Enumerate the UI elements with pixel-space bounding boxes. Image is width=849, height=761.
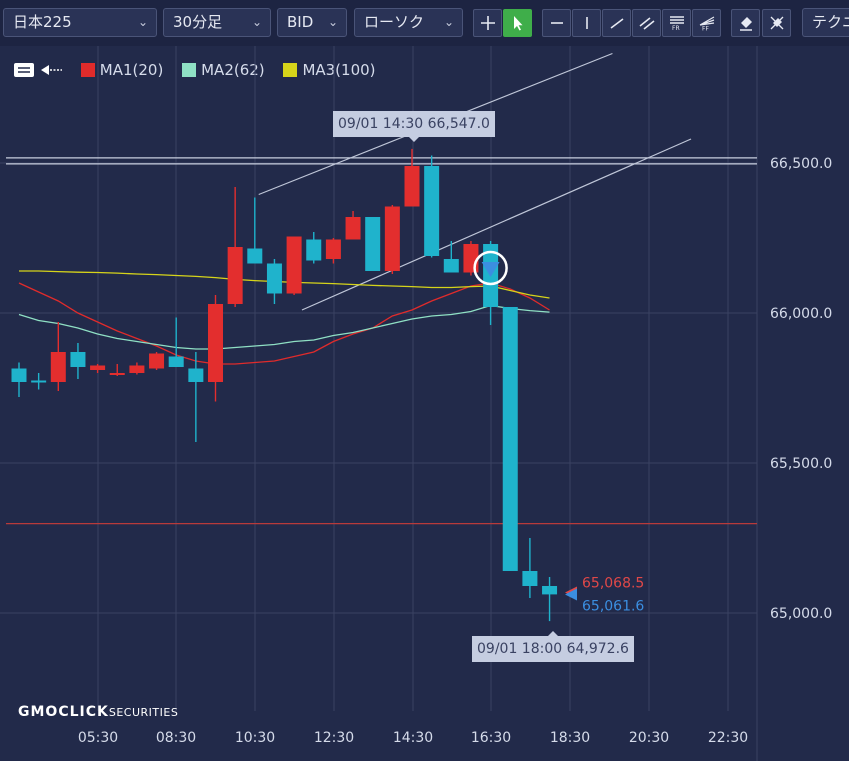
candle-body [129, 365, 145, 373]
svg-text:FR: FR [672, 25, 680, 31]
erase-all-icon [770, 16, 783, 30]
y-tick-label: 65,500.0 [770, 456, 832, 472]
candle-body [542, 586, 558, 595]
horizontal-lines [6, 157, 757, 525]
candle-body [502, 307, 518, 571]
price-tags: 65,068.5 65,061.6 [565, 575, 644, 615]
horizontal-line-button[interactable] [542, 9, 571, 37]
x-tick-label: 20:30 [629, 730, 669, 746]
technical-menu-button[interactable]: テクニ [802, 8, 849, 37]
brand-main: GMOCLICK [18, 704, 109, 720]
y-tick-label: 65,000.0 [770, 606, 832, 622]
candle-body [384, 206, 400, 271]
candle-body [365, 217, 381, 271]
ma-line-3 [19, 270, 550, 299]
eraser-icon [739, 17, 752, 31]
price-type-label: BID [287, 13, 314, 31]
crosshair-icon [480, 16, 495, 30]
brand-sub: SECURITIES [108, 706, 179, 719]
vertical-line-icon [585, 17, 588, 29]
candles [11, 148, 558, 622]
x-tick-label: 10:30 [235, 730, 275, 746]
x-tick-label: 18:30 [550, 730, 590, 746]
y-tick-label: 66,500.0 [770, 156, 832, 172]
fibonacci-fan-icon: FF [699, 16, 714, 32]
chevron-down-icon: ⌄ [327, 15, 338, 29]
x-tick-label: 05:30 [78, 730, 118, 746]
y-tick-label: 66,000.0 [770, 306, 832, 322]
erase-all-button[interactable] [762, 9, 791, 37]
chart-style-label: ローソク [364, 13, 425, 31]
instrument-label: 日本225 [13, 13, 72, 31]
instrument-select[interactable]: 日本225 ⌄ [3, 8, 157, 37]
candle-body [443, 259, 459, 273]
candle-body [149, 353, 165, 369]
candle-body [227, 247, 243, 304]
candle-body [247, 248, 263, 264]
grid [0, 46, 758, 761]
timeframe-label: 30分足 [173, 13, 223, 31]
chart-style-select[interactable]: ローソク ⌄ [354, 8, 463, 37]
candle-body [286, 236, 302, 294]
brand-logo: GMOCLICKSECURITIES [18, 704, 178, 720]
ask-price-label: 65,068.5 [582, 575, 644, 591]
chevron-down-icon: ⌄ [251, 15, 262, 29]
trend-line-icon [610, 18, 623, 29]
chevron-down-icon: ⌄ [137, 15, 148, 29]
candle-body [266, 263, 282, 294]
erase-drawing-button[interactable] [731, 9, 760, 37]
candle-body [345, 217, 361, 240]
cursor-arrow-icon [513, 16, 522, 31]
candle-body [188, 368, 204, 382]
candle-body [31, 380, 47, 383]
candle-body [463, 244, 479, 273]
candle-body [90, 365, 106, 370]
fibonacci-retracement-icon: FR [669, 16, 684, 31]
low-tooltip: 09/01 18:00 64,972.6 [472, 631, 634, 662]
x-axis: 05:30 08:30 10:30 12:30 14:30 16:30 18:30 20:30… [78, 730, 748, 746]
trend-line-button[interactable] [602, 9, 631, 37]
timeframe-select[interactable]: 30分足 ⌄ [163, 8, 271, 37]
price-chart[interactable]: 66,500.0 66,000.0 65,500.0 65,000.0 05:30 08… [0, 46, 849, 761]
channel-line-button[interactable] [632, 9, 661, 37]
y-axis: 66,500.0 66,000.0 65,500.0 65,000.0 [770, 156, 832, 622]
horizontal-line-icon [550, 22, 563, 24]
candle-body [11, 368, 27, 382]
ma-line-1 [18, 282, 550, 365]
x-tick-label: 08:30 [156, 730, 196, 746]
candle-body [325, 239, 341, 259]
moving-averages [18, 270, 550, 365]
x-tick-label: 14:30 [393, 730, 433, 746]
svg-text:FF: FF [702, 26, 709, 32]
x-tick-label: 12:30 [314, 730, 354, 746]
crosshair-button[interactable] [473, 9, 502, 37]
candle-body [522, 571, 538, 586]
candle-body [404, 166, 420, 207]
fibonacci-retracement-button[interactable]: FR [662, 9, 691, 37]
price-type-select[interactable]: BID ⌄ [277, 8, 347, 37]
chevron-down-icon: ⌄ [443, 15, 454, 29]
x-tick-label: 22:30 [708, 730, 748, 746]
bid-price-label: 65,061.6 [582, 599, 644, 615]
technical-label: テクニ [812, 13, 849, 31]
candle-body [50, 352, 66, 382]
ma-line-2 [18, 304, 550, 350]
x-tick-label: 16:30 [471, 730, 511, 746]
candle-body [424, 166, 440, 256]
candle-body [168, 356, 184, 367]
high-tooltip: 09/01 14:30 66,547.0 [333, 111, 495, 142]
toolbar: 日本225 ⌄ 30分足 ⌄ BID ⌄ ローソク ⌄ FR FF テク [0, 0, 849, 46]
candle-body [109, 373, 125, 375]
candle-body [208, 304, 223, 382]
parallel-lines-icon [639, 17, 654, 30]
candle-body [70, 352, 86, 367]
candle-body [306, 239, 322, 261]
vertical-line-button[interactable] [572, 9, 601, 37]
fibonacci-fan-button[interactable]: FF [692, 9, 721, 37]
pointer-button[interactable] [503, 9, 532, 37]
